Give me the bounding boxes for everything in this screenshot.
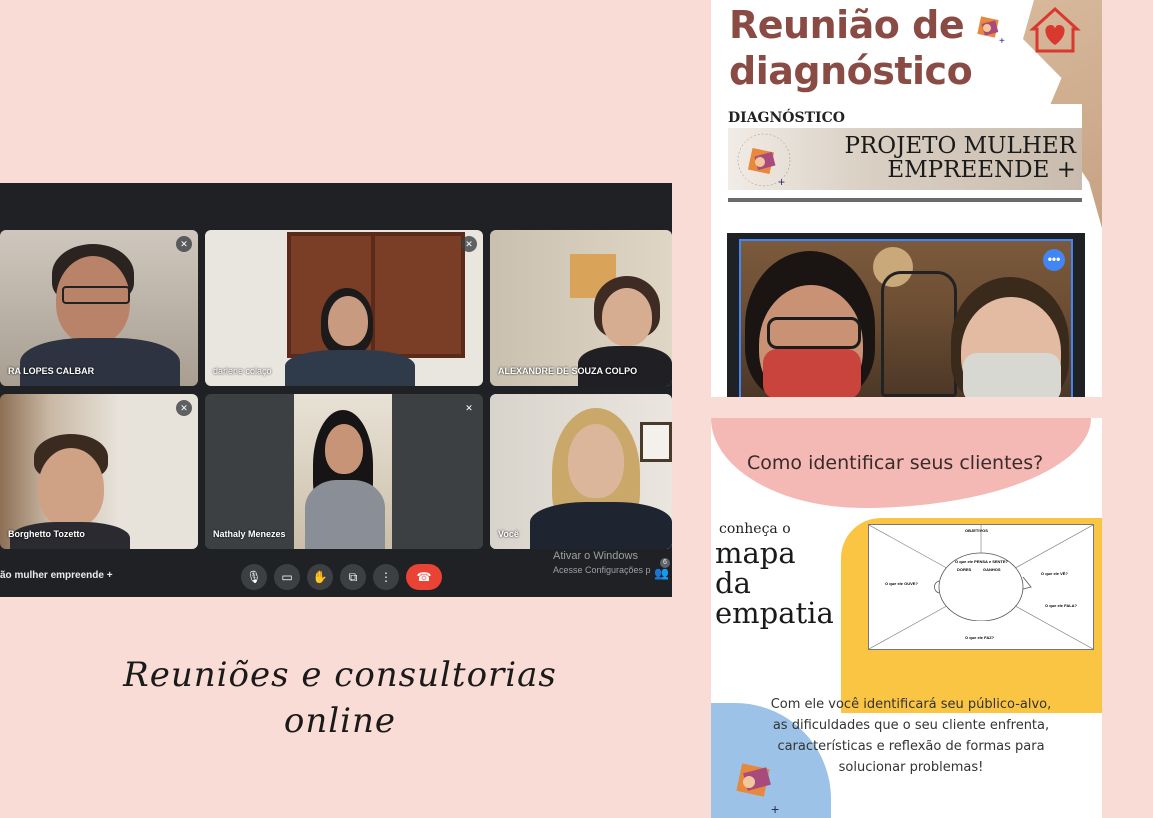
- map-label: O que ele FAZ?: [965, 635, 995, 640]
- activate-line2: Acesse Configurações p: [553, 565, 651, 575]
- end-call-button[interactable]: ☎: [406, 564, 442, 590]
- mulher-empreende-logo-icon: +: [737, 133, 791, 189]
- activate-line1: Ativar o Windows: [553, 550, 638, 562]
- title-line1: Reunião de: [729, 3, 965, 47]
- conheca-label: conheça o: [719, 521, 791, 537]
- project-line2: EMPREENDE +: [887, 157, 1076, 183]
- card-body-text: Com ele você identificará seu público-al…: [741, 694, 1081, 778]
- handwritten-caption: Reuniões e consultorias online: [100, 652, 580, 744]
- project-line1: PROJETO MULHER: [844, 133, 1076, 159]
- participant-count-badge: 6: [660, 558, 670, 568]
- project-banner-bg: + PROJETO MULHER EMPREENDE +: [728, 128, 1082, 190]
- project-banner: DIAGNÓSTICO + PROJETO MULHER EMPREENDE +: [728, 104, 1082, 202]
- card-title: Reunião de diagnóstico: [729, 2, 973, 94]
- body-line4: solucionar problemas!: [838, 760, 984, 775]
- more-options-icon[interactable]: ⋮: [373, 564, 399, 590]
- mapa-da-empatia-title: mapa da empatia: [715, 538, 834, 628]
- participant-name: RA LOPES CALBAR: [8, 366, 95, 376]
- more-options-icon[interactable]: •••: [1043, 249, 1065, 271]
- microphone-icon[interactable]: 🎙: [241, 564, 267, 590]
- participant-tile[interactable]: ✕ Nathaly Menezes: [205, 394, 483, 549]
- participant-name: darlene colaço: [213, 366, 272, 376]
- map-label: DORES: [957, 567, 972, 572]
- svg-text:+: +: [778, 175, 785, 189]
- meeting-name: ão mulher empreende +: [0, 570, 113, 581]
- empathy-map-diagram: OBJETIVOS O que ele PENSA e SENTE? DORES…: [868, 524, 1094, 650]
- map-label: O que ele PENSA e SENTE?: [955, 559, 1008, 564]
- mic-off-icon: ✕: [176, 236, 192, 252]
- call-control-bar: ão mulher empreende + 🎙 ▭ ✋ ⧉ ⋮ ☎ Ativar…: [0, 550, 672, 597]
- video-call-photo: •••: [727, 233, 1085, 397]
- caption-line1: Reuniões e consultorias: [123, 655, 557, 695]
- card-question: Como identificar seus clientes?: [747, 452, 1044, 474]
- raise-hand-icon[interactable]: ✋: [307, 564, 333, 590]
- diagnostico-card: Reunião de diagnóstico + DIAGNÓSTICO + P…: [711, 0, 1102, 397]
- video-tile: •••: [739, 239, 1073, 397]
- divider: [728, 198, 1082, 202]
- windows-activation-watermark: Ativar o Windows Acesse Configurações p: [553, 549, 651, 577]
- body-line3: características e reflexão de formas par…: [777, 739, 1045, 754]
- diagnostico-label: DIAGNÓSTICO: [728, 110, 845, 126]
- svg-text:+: +: [999, 36, 1005, 47]
- house-heart-logo-icon: [1029, 6, 1081, 53]
- project-title: PROJETO MULHER EMPREENDE +: [844, 134, 1076, 182]
- title-line2: diagnóstico: [729, 49, 973, 93]
- participant-tile[interactable]: ✕ RA LOPES CALBAR: [0, 230, 198, 386]
- mic-off-icon: ✕: [176, 400, 192, 416]
- participant-name: Nathaly Menezes: [213, 529, 286, 539]
- map-label: O que ele OUVE?: [885, 581, 918, 586]
- camera-icon[interactable]: ▭: [274, 564, 300, 590]
- participant-tile[interactable]: ALEXANDRE DE SOUZA COLPO: [490, 230, 672, 386]
- mulher-empreende-logo-icon: +: [977, 16, 1005, 47]
- body-line2: as dificuldades que o seu cliente enfren…: [772, 718, 1050, 733]
- mapa-line2: da: [715, 566, 751, 600]
- mic-off-icon: ✕: [461, 236, 477, 252]
- body-line1: Com ele você identificará seu público-al…: [770, 697, 1052, 712]
- participant-name: Você: [498, 529, 519, 539]
- map-label: O que ele VÊ?: [1041, 571, 1068, 576]
- map-label: O que ele FALA?: [1045, 603, 1078, 608]
- participant-name: ALEXANDRE DE SOUZA COLPO: [498, 366, 638, 376]
- participant-tile-self[interactable]: Você: [490, 394, 672, 549]
- map-label: OBJETIVOS: [965, 528, 988, 533]
- participant-tile[interactable]: ✕ Borghetto Tozetto: [0, 394, 198, 549]
- participant-tile[interactable]: ✕ darlene colaço: [205, 230, 483, 386]
- present-screen-icon[interactable]: ⧉: [340, 564, 366, 590]
- participant-name: Borghetto Tozetto: [8, 529, 85, 539]
- mapa-empatia-card: Como identificar seus clientes? conheça …: [711, 418, 1102, 818]
- caption-line2: online: [283, 701, 397, 741]
- mapa-line3: empatia: [715, 596, 834, 630]
- mic-off-icon: ✕: [461, 400, 477, 416]
- svg-text:+: +: [771, 801, 779, 817]
- people-icon[interactable]: 👥 6: [654, 558, 670, 580]
- video-call-screenshot: ✕ RA LOPES CALBAR ✕ darlene colaço ALEXA…: [0, 183, 672, 597]
- mapa-line1: mapa: [715, 536, 796, 570]
- map-label: GANHOS: [983, 567, 1001, 572]
